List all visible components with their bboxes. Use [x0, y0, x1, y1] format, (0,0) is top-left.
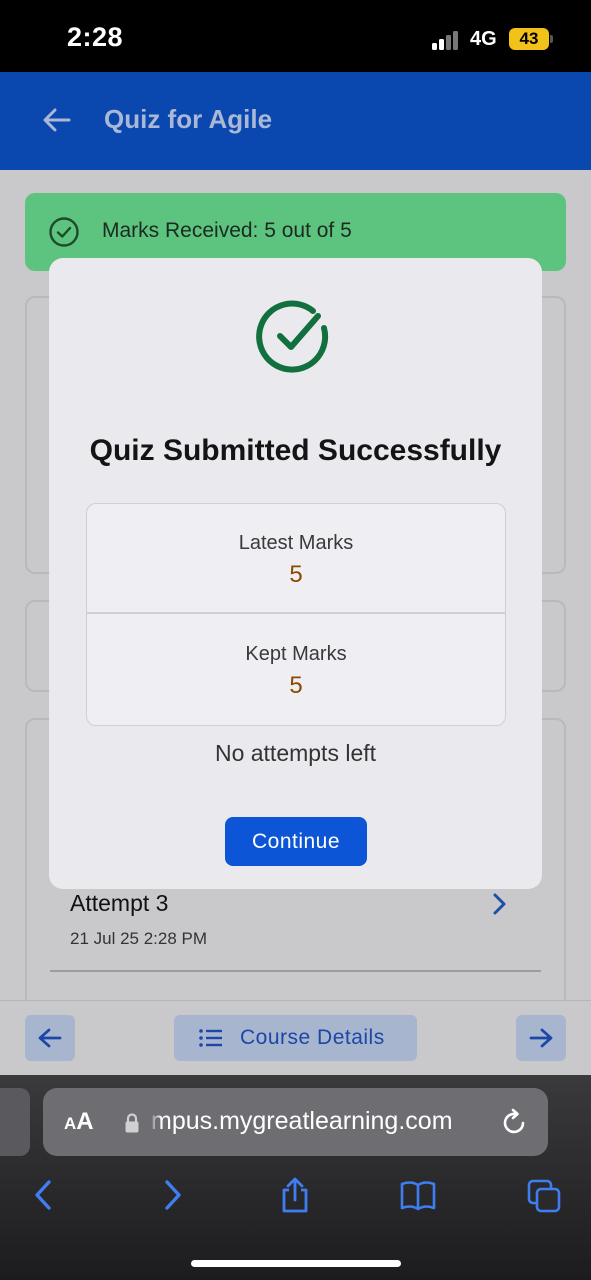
status-bar: 2:28 4G 43: [0, 0, 591, 72]
latest-marks-value: 5: [289, 561, 303, 588]
arrow-left-icon[interactable]: [42, 106, 72, 134]
course-details-label: Course Details: [240, 1026, 385, 1049]
dialog-title: Quiz Submitted Successfully: [89, 434, 502, 467]
kept-marks-label: Kept Marks: [245, 643, 347, 665]
arrow-right-icon: [529, 1028, 553, 1048]
share-icon[interactable]: [277, 1176, 313, 1214]
home-indicator: [191, 1260, 401, 1267]
check-circle-icon: [256, 300, 329, 373]
browser-back-icon[interactable]: [26, 1176, 62, 1214]
marks-divider: [87, 612, 505, 614]
url-fade: [148, 1100, 162, 1144]
url-text[interactable]: mpus.mygreatlearning.com: [151, 1107, 453, 1136]
previous-tab-preview[interactable]: [0, 1088, 30, 1156]
attempt-title[interactable]: Attempt 3: [70, 890, 168, 917]
network-type: 4G: [470, 28, 497, 50]
banner-text: Marks Received: 5 out of 5: [102, 219, 352, 242]
battery-icon: 43: [509, 28, 549, 50]
browser-forward-icon[interactable]: [154, 1176, 190, 1214]
page-title: Quiz for Agile: [104, 104, 273, 134]
tabs-icon[interactable]: [526, 1176, 562, 1214]
check-circle-icon: [49, 217, 79, 247]
attempts-left-text: No attempts left: [214, 740, 377, 766]
attempt-date: 21 Jul 25 2:28 PM: [70, 929, 208, 948]
divider: [50, 970, 541, 972]
lock-icon: [125, 1113, 139, 1133]
kept-marks-value: 5: [289, 672, 303, 699]
chevron-right-icon[interactable]: [488, 891, 510, 917]
arrow-left-icon: [38, 1028, 62, 1048]
battery-tip: [550, 35, 553, 43]
reload-icon[interactable]: [502, 1108, 528, 1136]
signal-strength-icon: [432, 30, 464, 50]
continue-button[interactable]: Continue: [225, 817, 367, 866]
previous-button[interactable]: [25, 1015, 75, 1061]
latest-marks-label: Latest Marks: [238, 532, 354, 554]
status-time: 2:28: [67, 22, 124, 52]
next-button[interactable]: [516, 1015, 566, 1061]
app-bar: [0, 72, 591, 170]
bookmarks-icon[interactable]: [400, 1176, 436, 1214]
reader-settings-button[interactable]: AA: [64, 1108, 94, 1136]
list-icon: [199, 1029, 222, 1047]
